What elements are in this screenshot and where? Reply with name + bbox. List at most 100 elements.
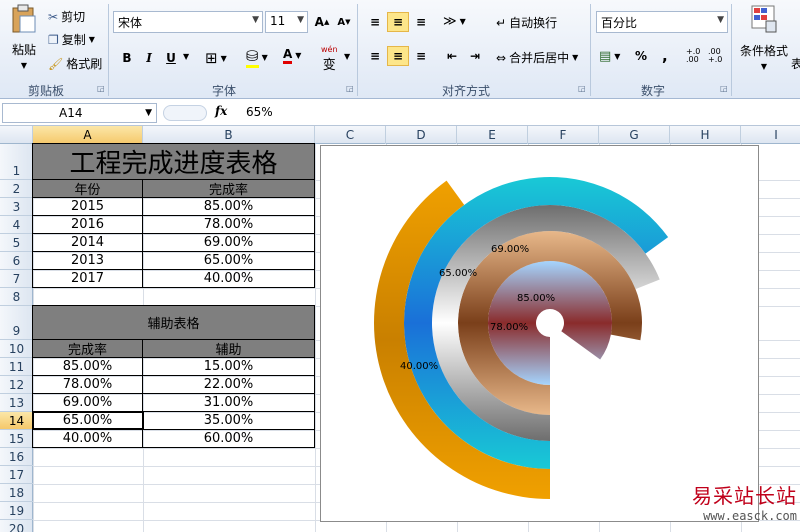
align-right-button[interactable]: ≡: [410, 46, 432, 66]
row-header-9[interactable]: 9: [0, 306, 33, 340]
font-size-select[interactable]: 11 ▼: [265, 11, 308, 33]
table-cell[interactable]: 65.00%: [142, 251, 315, 270]
column-header-c[interactable]: C: [315, 126, 386, 144]
dialog-launcher-icon[interactable]: ◲: [578, 84, 586, 93]
row-header-13[interactable]: 13: [0, 394, 33, 412]
table-cell[interactable]: 22.00%: [142, 375, 315, 394]
align-top-button[interactable]: ≡: [364, 12, 386, 32]
border-button[interactable]: ⊞ ▼: [205, 49, 227, 67]
wrap-text-button[interactable]: ↵ 自动换行: [496, 14, 557, 31]
row-header-1[interactable]: 1: [0, 144, 33, 180]
row-header-5[interactable]: 5: [0, 234, 33, 252]
format-painter-button[interactable]: 🖌 格式刷: [48, 55, 102, 72]
table-cell[interactable]: 15.00%: [142, 357, 315, 376]
row-header-10[interactable]: 10: [0, 340, 33, 358]
table-header-cell[interactable]: 完成率: [142, 179, 315, 198]
format-as-table-fragment[interactable]: 表: [791, 55, 800, 72]
row-header-15[interactable]: 15: [0, 430, 33, 448]
table-cell[interactable]: 31.00%: [142, 393, 315, 412]
dialog-launcher-icon[interactable]: ◲: [97, 84, 105, 93]
phonetic-button[interactable]: wén 变: [321, 45, 338, 73]
name-box[interactable]: A14 ▼: [2, 103, 157, 123]
table-cell[interactable]: 2013: [32, 251, 143, 270]
table-header-cell[interactable]: 辅助: [142, 339, 315, 358]
decrease-decimal-button[interactable]: .00 +.0: [708, 48, 726, 64]
underline-button[interactable]: U: [160, 48, 182, 68]
formula-splitter[interactable]: [163, 105, 207, 121]
row-header-6[interactable]: 6: [0, 252, 33, 270]
fill-color-button[interactable]: ⛁ ▼: [246, 47, 268, 68]
align-bottom-button[interactable]: ≡: [410, 12, 432, 32]
doughnut-chart[interactable]: 85.00% 78.00% 69.00% 65.00% 40.00%: [320, 145, 759, 522]
formula-input[interactable]: 65%: [246, 105, 273, 119]
row-header-16[interactable]: 16: [0, 448, 33, 466]
table-cell[interactable]: 78.00%: [32, 375, 143, 394]
table-cell[interactable]: 65.00%: [32, 411, 143, 430]
row-header-18[interactable]: 18: [0, 484, 33, 502]
table-title[interactable]: 工程完成进度表格: [32, 143, 315, 180]
table-cell[interactable]: 85.00%: [142, 197, 315, 216]
row-header-3[interactable]: 3: [0, 198, 33, 216]
font-name-select[interactable]: 宋体 ▼: [113, 11, 263, 33]
column-header-a[interactable]: A: [33, 126, 143, 144]
insert-function-icon[interactable]: fx: [215, 104, 227, 118]
phonetic-dropdown[interactable]: ▼: [344, 52, 350, 61]
column-header-b[interactable]: B: [143, 126, 315, 144]
row-header-8[interactable]: 8: [0, 288, 33, 306]
increase-decimal-button[interactable]: +.0 .00: [686, 48, 704, 64]
row-header-20[interactable]: 20: [0, 520, 33, 532]
table-cell[interactable]: 69.00%: [32, 393, 143, 412]
table-cell[interactable]: 85.00%: [32, 357, 143, 376]
copy-button[interactable]: ❐ 复制 ▼: [48, 31, 95, 48]
percent-button[interactable]: %: [635, 49, 647, 63]
table-header-cell[interactable]: 年份: [32, 179, 143, 198]
row-header-14[interactable]: 14: [0, 412, 33, 430]
row-header-19[interactable]: 19: [0, 502, 33, 520]
accounting-button[interactable]: ▤ ▼: [599, 49, 620, 64]
decrease-indent-button[interactable]: ⇤: [441, 46, 463, 66]
column-header-f[interactable]: F: [528, 126, 599, 144]
orientation-button[interactable]: ≫ ▼: [443, 14, 466, 29]
table-cell[interactable]: 69.00%: [142, 233, 315, 252]
table-cell[interactable]: 2014: [32, 233, 143, 252]
table-cell[interactable]: 40.00%: [32, 429, 143, 448]
row-header-11[interactable]: 11: [0, 358, 33, 376]
select-all-corner[interactable]: [0, 126, 33, 144]
merge-center-button[interactable]: ⇔ 合并后居中 ▼: [496, 49, 578, 66]
italic-button[interactable]: I: [138, 48, 160, 68]
column-header-e[interactable]: E: [457, 126, 528, 144]
grow-font-button[interactable]: A ▲: [311, 12, 333, 32]
table-cell[interactable]: 35.00%: [142, 411, 315, 430]
conditional-format-button[interactable]: 条件格式 ▼: [738, 4, 790, 71]
doughnut-ring-78.00%[interactable]: [458, 230, 642, 415]
row-header-7[interactable]: 7: [0, 270, 33, 288]
table-header-cell[interactable]: 完成率: [32, 339, 143, 358]
table-cell[interactable]: 2015: [32, 197, 143, 216]
cut-button[interactable]: ✂ 剪切: [48, 8, 85, 25]
increase-indent-button[interactable]: ⇥: [464, 46, 486, 66]
align-left-button[interactable]: ≡: [364, 46, 386, 66]
align-center-button[interactable]: ≡: [387, 46, 409, 66]
table-cell[interactable]: 78.00%: [142, 215, 315, 234]
number-format-select[interactable]: 百分比 ▼: [596, 11, 728, 33]
column-header-i[interactable]: I: [741, 126, 800, 144]
column-header-d[interactable]: D: [386, 126, 457, 144]
column-header-g[interactable]: G: [599, 126, 670, 144]
row-header-12[interactable]: 12: [0, 376, 33, 394]
table-cell[interactable]: 2016: [32, 215, 143, 234]
row-header-2[interactable]: 2: [0, 180, 33, 198]
column-header-h[interactable]: H: [670, 126, 741, 144]
shrink-font-button[interactable]: A ▼: [333, 12, 355, 32]
dialog-launcher-icon[interactable]: ◲: [720, 84, 728, 93]
comma-button[interactable]: ,: [662, 47, 668, 65]
bold-button[interactable]: B: [116, 48, 138, 68]
table-title[interactable]: 辅助表格: [32, 305, 315, 340]
table-cell[interactable]: 2017: [32, 269, 143, 288]
dialog-launcher-icon[interactable]: ◲: [346, 84, 354, 93]
table-cell[interactable]: 60.00%: [142, 429, 315, 448]
font-color-button[interactable]: A ▼: [283, 47, 301, 64]
align-middle-button[interactable]: ≡: [387, 12, 409, 32]
paste-button[interactable]: 粘贴 ▼: [6, 4, 42, 70]
row-header-4[interactable]: 4: [0, 216, 33, 234]
table-cell[interactable]: 40.00%: [142, 269, 315, 288]
